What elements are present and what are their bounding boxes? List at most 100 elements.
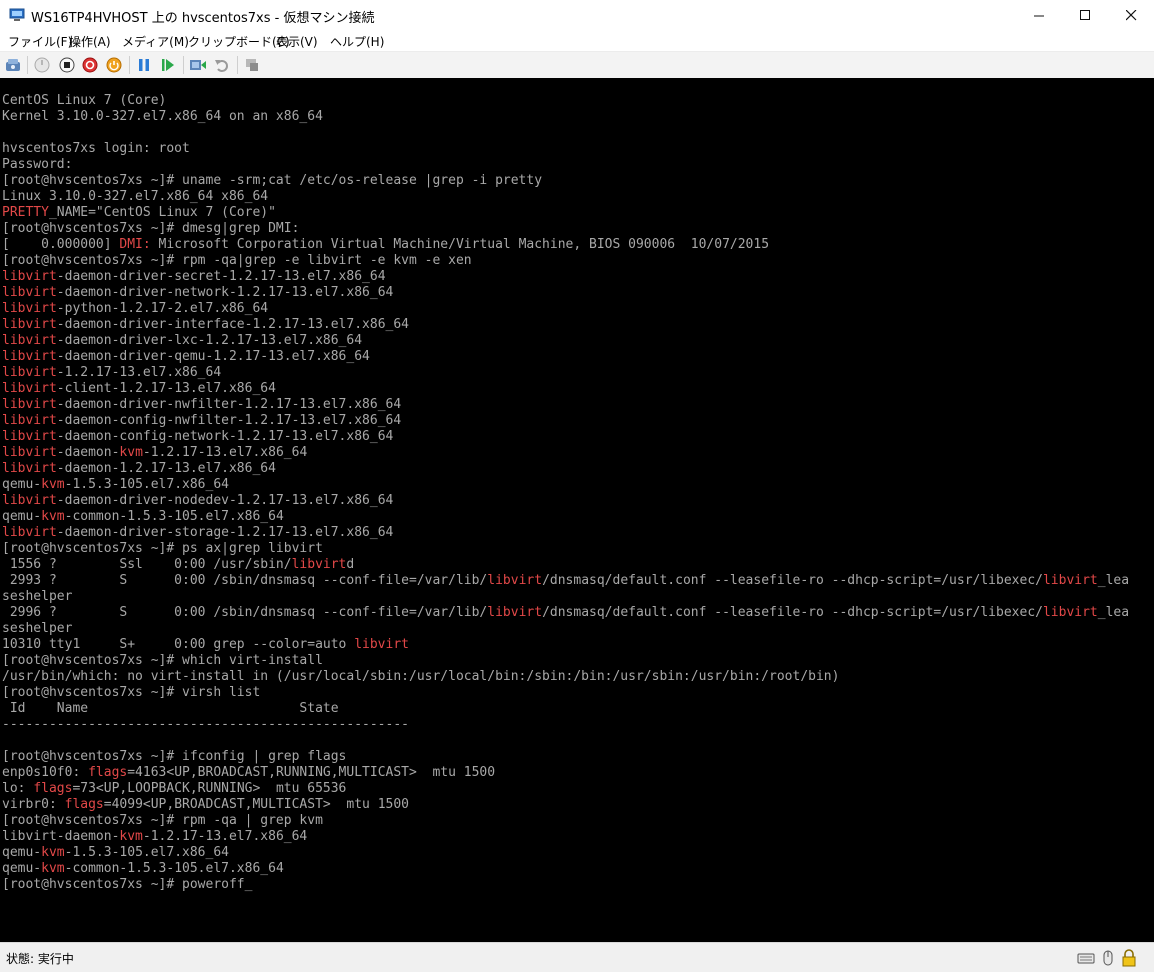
console-line: libvirt-daemon-kvm-1.2.17-13.el7.x86_64 (2, 829, 308, 844)
console-line: libvirt-daemon-driver-nodedev-1.2.17-13.… (2, 493, 394, 508)
pause-button[interactable] (135, 56, 153, 74)
highlighted-match: libvirt (2, 285, 57, 300)
highlighted-match: libvirt (2, 525, 57, 540)
console-line: libvirt-daemon-config-network-1.2.17-13.… (2, 429, 394, 444)
highlighted-match: libvirt (2, 269, 57, 284)
console-line: libvirt-daemon-config-nwfilter-1.2.17-13… (2, 413, 402, 428)
console-line: libvirt-python-1.2.17-2.el7.x86_64 (2, 301, 269, 316)
console-line: [root@hvscentos7xs ~]# ps ax|grep libvir… (2, 541, 323, 556)
status-bar: 状態: 実行中 (0, 942, 1154, 972)
menu-view[interactable]: 表示(V) (276, 33, 318, 50)
highlighted-match: libvirt (2, 445, 57, 460)
highlighted-match: flags (33, 781, 73, 796)
console-line: qemu-kvm-common-1.5.3-105.el7.x86_64 (2, 861, 284, 876)
pause-icon (139, 59, 149, 71)
console-line: 2993 ? S 0:00 /sbin/dnsmasq --conf-file=… (2, 573, 1130, 588)
menu-help[interactable]: ヘルプ(H) (330, 33, 384, 50)
ctrl-alt-del-button[interactable] (4, 56, 22, 74)
console-line: libvirt-daemon-driver-interface-1.2.17-1… (2, 317, 409, 332)
revert-icon (215, 60, 228, 72)
turn-off-button[interactable] (58, 56, 76, 74)
menu-clipboard[interactable]: クリップボード(C) (188, 33, 290, 50)
highlighted-match: kvm (41, 861, 65, 876)
checkpoint-icon (190, 60, 206, 70)
minimize-icon (1033, 15, 1044, 17)
highlighted-match: libvirt (1042, 605, 1098, 620)
toolbar (0, 51, 1154, 79)
highlighted-match: libvirt (2, 429, 57, 444)
start-button[interactable] (33, 56, 51, 74)
menu-bar: ファイル(F) 操作(A) メディア(M) クリップボード(C) 表示(V) ヘ… (0, 31, 1154, 51)
maximize-button[interactable] (1062, 0, 1108, 31)
highlighted-match: libvirt (2, 349, 57, 364)
terminal-cursor: _ (244, 877, 253, 892)
highlighted-match: libvirt (2, 397, 57, 412)
console-line: libvirt-daemon-driver-secret-1.2.17-13.e… (2, 269, 386, 284)
highlighted-match: kvm (41, 477, 65, 492)
checkpoint-button[interactable] (189, 56, 207, 74)
resume-icon (162, 59, 174, 71)
toolbar-separator (129, 56, 130, 74)
console-output: CentOS Linux 7 (Core) Kernel 3.10.0-327.… (2, 93, 1129, 893)
vm-console-screen[interactable]: CentOS Linux 7 (Core) Kernel 3.10.0-327.… (0, 78, 1154, 942)
console-line: libvirt-daemon-driver-qemu-1.2.17-13.el7… (2, 349, 370, 364)
turn-off-icon (59, 57, 75, 73)
toolbar-separator (27, 56, 28, 74)
highlighted-match: flags (64, 797, 104, 812)
console-line: enp0s10f0: flags=4163<UP,BROADCAST,RUNNI… (2, 765, 496, 780)
highlighted-match: libvirt (2, 461, 57, 476)
console-line: Password: (2, 157, 73, 172)
highlighted-match: libvirt (2, 317, 57, 332)
console-line: [root@hvscentos7xs ~]# dmesg|grep DMI: (2, 221, 300, 236)
shutdown-button[interactable] (81, 56, 99, 74)
console-line: qemu-kvm-1.5.3-105.el7.x86_64 (2, 845, 229, 860)
console-line: CentOS Linux 7 (Core) (2, 93, 167, 108)
vm-connection-app-icon (9, 8, 25, 21)
console-line: libvirt-daemon-driver-network-1.2.17-13.… (2, 285, 394, 300)
ctrl-alt-del-icon (6, 59, 20, 71)
console-line: Id Name State (2, 701, 339, 716)
minimize-button[interactable] (1016, 0, 1062, 31)
menu-file[interactable]: ファイル(F) (8, 33, 72, 50)
console-line: 2996 ? S 0:00 /sbin/dnsmasq --conf-file=… (2, 605, 1130, 620)
highlighted-match: kvm (119, 829, 143, 844)
close-button[interactable] (1108, 0, 1154, 31)
menu-media[interactable]: メディア(M) (122, 33, 189, 50)
highlighted-match: libvirt (354, 637, 409, 652)
highlighted-match: libvirt (2, 365, 57, 380)
console-line: libvirt-daemon-1.2.17-13.el7.x86_64 (2, 461, 276, 476)
enhanced-session-icon (246, 59, 258, 71)
console-line: [root@hvscentos7xs ~]# rpm -qa|grep -e l… (2, 253, 472, 268)
console-line: [root@hvscentos7xs ~]# uname -srm;cat /e… (2, 173, 543, 188)
console-line: [root@hvscentos7xs ~]# ifconfig | grep f… (2, 749, 347, 764)
highlighted-match: libvirt (2, 333, 57, 348)
title-bar[interactable]: WS16TP4HVHOST 上の hvscentos7xs - 仮想マシン接続 (0, 0, 1154, 32)
console-line: /usr/bin/which: no virt-install in (/usr… (2, 669, 840, 684)
window-title: WS16TP4HVHOST 上の hvscentos7xs - 仮想マシン接続 (31, 11, 375, 26)
save-button[interactable] (105, 56, 123, 74)
highlighted-match: flags (88, 765, 128, 780)
highlighted-match: libvirt (2, 381, 57, 396)
revert-button[interactable] (213, 56, 231, 74)
enhanced-session-button[interactable] (243, 56, 261, 74)
console-line: [root@hvscentos7xs ~]# which virt-instal… (2, 653, 323, 668)
highlighted-match: libvirt (1042, 573, 1098, 588)
console-line: libvirt-daemon-driver-nwfilter-1.2.17-13… (2, 397, 402, 412)
menu-action[interactable]: 操作(A) (69, 33, 111, 50)
mouse-icon (1103, 950, 1113, 966)
console-line: lo: flags=73<UP,LOOPBACK,RUNNING> mtu 65… (2, 781, 347, 796)
console-line: libvirt-client-1.2.17-13.el7.x86_64 (2, 381, 276, 396)
highlighted-match: libvirt (291, 557, 347, 572)
console-line: Kernel 3.10.0-327.el7.x86_64 on an x86_6… (2, 109, 323, 124)
highlighted-match: DMI: (119, 237, 151, 252)
console-line: seshelper (2, 621, 73, 636)
console-line: libvirt-daemon-kvm-1.2.17-13.el7.x86_64 (2, 445, 308, 460)
highlighted-match: PRETTY (2, 205, 49, 220)
console-line: ----------------------------------------… (2, 717, 409, 732)
console-line: qemu-kvm-1.5.3-105.el7.x86_64 (2, 477, 229, 492)
resume-button[interactable] (159, 56, 177, 74)
console-line: hvscentos7xs login: root (2, 141, 190, 156)
highlighted-match: libvirt (487, 605, 543, 620)
console-line: Linux 3.10.0-327.el7.x86_64 x86_64 (2, 189, 269, 204)
close-icon (1125, 10, 1136, 21)
